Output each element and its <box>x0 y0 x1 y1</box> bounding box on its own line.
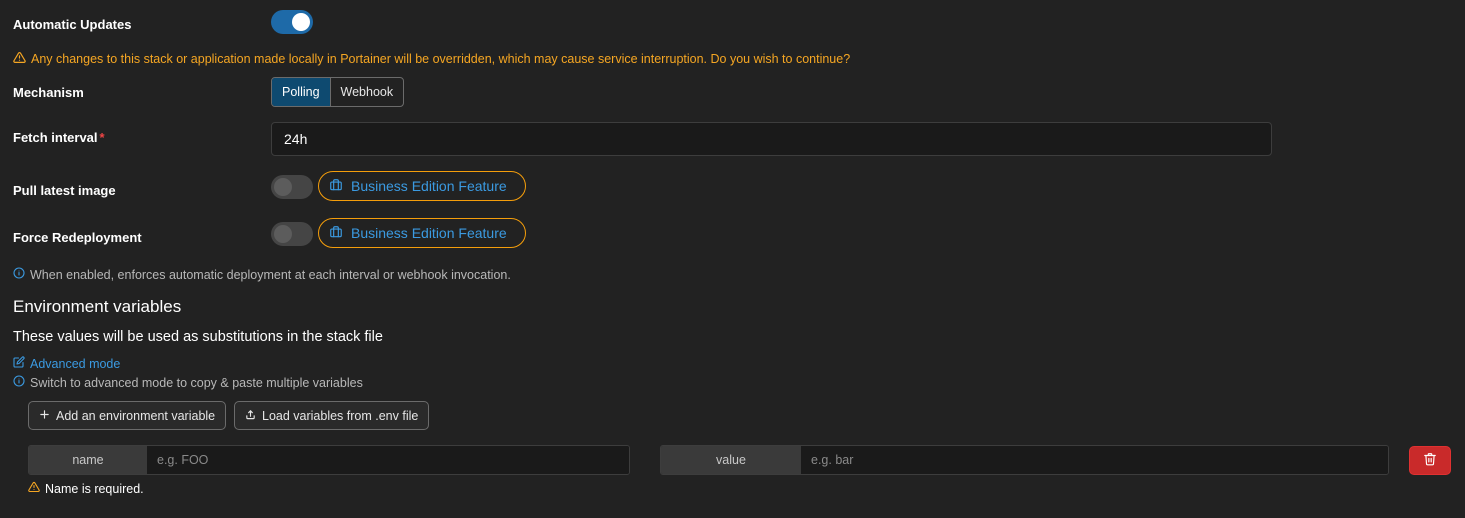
name-required-error: Name is required. <box>28 481 144 496</box>
business-edition-badge[interactable]: Business Edition Feature <box>318 218 526 248</box>
mechanism-label: Mechanism <box>13 85 84 100</box>
override-warning: Any changes to this stack or application… <box>13 51 850 67</box>
delete-variable-button[interactable] <box>1409 446 1451 475</box>
warning-triangle-icon <box>13 51 26 67</box>
plus-icon <box>39 409 50 423</box>
automatic-updates-label: Automatic Updates <box>13 17 132 32</box>
force-redeployment-label: Force Redeployment <box>13 230 142 245</box>
info-icon <box>13 267 25 282</box>
mechanism-webhook-button[interactable]: Webhook <box>329 78 404 106</box>
pull-latest-image-toggle[interactable] <box>271 175 313 199</box>
toggle-knob <box>274 178 292 196</box>
force-redeployment-toggle[interactable] <box>271 222 313 246</box>
redeploy-info-text: When enabled, enforces automatic deploym… <box>30 267 511 282</box>
environment-variables-title: Environment variables <box>13 297 182 316</box>
env-value-input[interactable] <box>801 446 1388 474</box>
business-edition-badge[interactable]: Business Edition Feature <box>318 171 526 201</box>
advanced-mode-link[interactable]: Advanced mode <box>13 356 120 371</box>
warning-text: Any changes to this stack or application… <box>31 52 851 66</box>
load-env-file-label: Load variables from .env file <box>262 408 419 423</box>
add-environment-variable-label: Add an environment variable <box>56 408 216 423</box>
add-environment-variable-button[interactable]: Add an environment variable <box>28 401 227 430</box>
business-edition-badge-text: Business Edition Feature <box>351 178 507 194</box>
mechanism-selector: Polling Webhook <box>271 77 405 107</box>
briefcase-icon <box>329 178 343 195</box>
redeploy-info: When enabled, enforces automatic deploym… <box>13 267 511 282</box>
trash-icon <box>1423 452 1437 469</box>
business-edition-badge-text: Business Edition Feature <box>351 225 507 241</box>
env-value-label: value <box>661 446 801 474</box>
automatic-updates-toggle[interactable] <box>271 10 313 34</box>
environment-variables-subtitle: These values will be used as substitutio… <box>13 329 383 345</box>
info-icon <box>13 375 25 390</box>
required-mark: * <box>99 130 105 145</box>
briefcase-icon <box>329 225 343 242</box>
env-value-field: value <box>660 445 1389 475</box>
advanced-mode-info-text: Switch to advanced mode to copy & paste … <box>30 375 363 390</box>
edit-icon <box>13 356 25 371</box>
warning-triangle-icon <box>28 481 40 496</box>
env-name-label: name <box>29 446 147 474</box>
fetch-interval-label-text: Fetch interval <box>13 130 98 145</box>
pull-latest-image-label: Pull latest image <box>13 183 116 198</box>
name-required-error-text: Name is required. <box>45 481 144 496</box>
toggle-knob <box>274 225 292 243</box>
advanced-mode-info: Switch to advanced mode to copy & paste … <box>13 375 363 390</box>
env-name-input[interactable] <box>147 446 629 474</box>
load-env-file-button[interactable]: Load variables from .env file <box>234 401 430 430</box>
mechanism-polling-button[interactable]: Polling <box>272 78 330 106</box>
fetch-interval-input[interactable] <box>271 122 1272 156</box>
upload-icon <box>245 409 256 423</box>
advanced-mode-link-text: Advanced mode <box>30 356 121 371</box>
fetch-interval-label: Fetch interval * <box>13 130 105 145</box>
env-name-field: name <box>28 445 630 475</box>
toggle-knob <box>292 13 310 31</box>
